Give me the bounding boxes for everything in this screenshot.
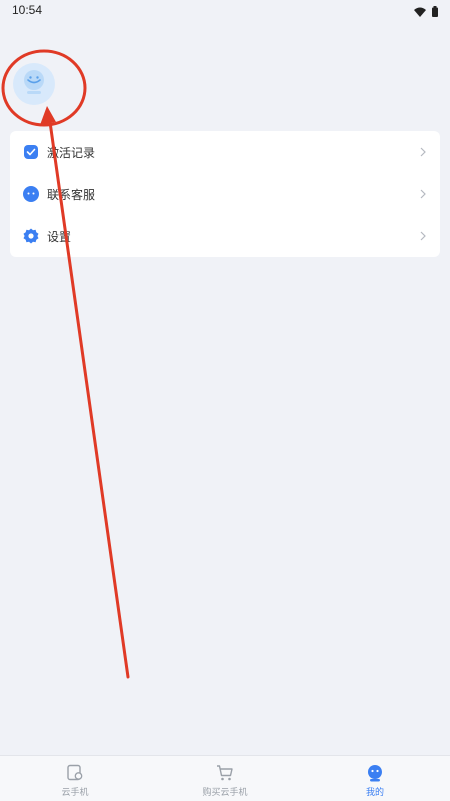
wifi-icon (414, 4, 426, 22)
chevron-right-icon (418, 145, 428, 157)
status-bar: 10:54 (0, 0, 450, 22)
avatar-face-icon (19, 67, 49, 102)
nav-tab-buy-cloud-phone[interactable]: 购买云手机 (150, 756, 300, 801)
menu-item-contact-support[interactable]: 联系客服 (10, 173, 440, 215)
bottom-nav: 云手机 购买云手机 我的 (0, 755, 450, 801)
chevron-right-icon (418, 229, 428, 241)
menu-item-settings[interactable]: 设置 (10, 215, 440, 257)
cart-icon (215, 763, 235, 783)
menu-item-label: 激活记录 (47, 146, 96, 160)
menu-item-label: 联系客服 (47, 188, 96, 202)
shield-check-icon (23, 144, 39, 160)
annotation-overlay (1, 49, 130, 679)
chevron-right-icon (418, 187, 428, 199)
cloud-phone-icon (65, 763, 85, 783)
chat-bubble-icon (23, 186, 39, 202)
nav-label: 购买云手机 (202, 787, 248, 797)
menu-card: 激活记录 联系客服 设置 (10, 131, 440, 257)
nav-label: 云手机 (61, 787, 89, 797)
gear-icon (23, 228, 39, 244)
nav-tab-cloud-phone[interactable]: 云手机 (0, 756, 150, 801)
status-icons (414, 4, 438, 22)
status-time: 10:54 (12, 3, 43, 17)
annotation-arrow-head (40, 106, 56, 125)
avatar[interactable] (13, 63, 55, 105)
menu-item-activation-records[interactable]: 激活记录 (10, 131, 440, 173)
nav-tab-mine[interactable]: 我的 (300, 756, 450, 801)
menu-item-label: 设置 (47, 230, 72, 244)
mine-face-icon (365, 763, 385, 783)
nav-label: 我的 (365, 787, 384, 797)
battery-icon (432, 4, 438, 22)
